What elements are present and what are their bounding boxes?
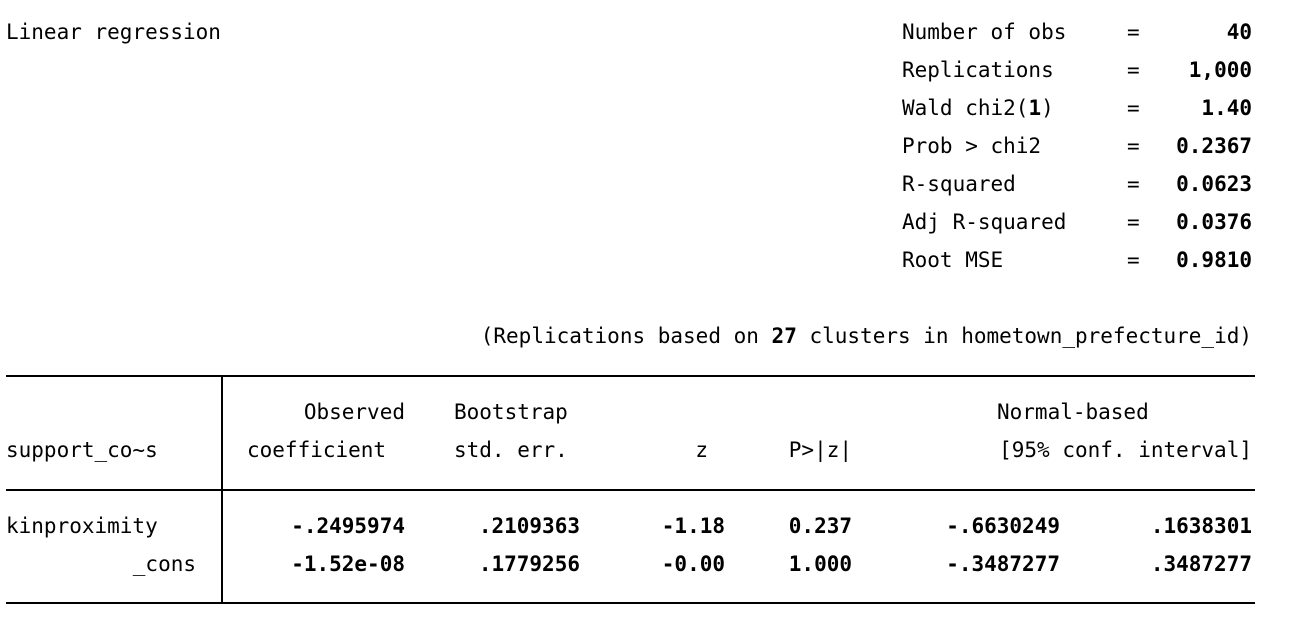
- row-ci-low: -.3487277: [946, 552, 1060, 576]
- note-post: clusters in hometown_prefecture_id): [796, 324, 1252, 348]
- stat-label: Root MSE: [902, 248, 1004, 272]
- stat-value: 0.9810: [1176, 248, 1252, 272]
- header-bootstrap: Bootstrap: [454, 400, 568, 424]
- stat-label: Replications: [902, 58, 1054, 82]
- row-coefficient: -1.52e-08: [291, 552, 405, 576]
- row-ci-high: .3487277: [1150, 552, 1252, 576]
- stat-value: 0.0623: [1176, 172, 1252, 196]
- header-p-value: P>|z|: [788, 438, 852, 462]
- header-observed: Observed: [303, 400, 405, 424]
- note-pre: (Replications based on: [480, 324, 772, 348]
- stat-value: 1,000: [1188, 58, 1252, 82]
- header-normal-based: Normal-based: [997, 400, 1149, 424]
- row-z: -0.00: [661, 552, 725, 576]
- row-z: -1.18: [661, 514, 725, 538]
- row-variable-name: _cons: [132, 552, 196, 576]
- header-coefficient: coefficient: [247, 438, 387, 462]
- page-title: Linear regression: [6, 20, 221, 44]
- replications-note: (Replications based on 27 clusters in ho…: [200, 317, 1252, 355]
- row-ci-low: -.6630249: [946, 514, 1060, 538]
- table-bottom-rule: [6, 602, 1255, 604]
- table-top-rule: [6, 375, 1255, 377]
- stat-label: Adj R-squared: [902, 210, 1067, 234]
- header-z: z: [695, 438, 708, 462]
- row-ci-high: .1638301: [1150, 514, 1252, 538]
- table-column-divider: [221, 376, 223, 603]
- stat-label: Wald chi2(1): [902, 89, 1054, 127]
- stat-label: R-squared: [902, 172, 1016, 196]
- stat-label-df: 1: [1028, 96, 1042, 120]
- row-variable-name: kinproximity: [6, 514, 158, 538]
- stat-value: 40: [1226, 20, 1252, 44]
- row-std-err: .1779256: [478, 552, 580, 576]
- row-p-value: 1.000: [788, 552, 852, 576]
- row-std-err: .2109363: [478, 514, 580, 538]
- stat-value: 0.0376: [1176, 210, 1252, 234]
- stat-value: 1.40: [1201, 96, 1252, 120]
- row-p-value: 0.237: [788, 514, 852, 538]
- stat-label: Number of obs: [902, 20, 1067, 44]
- stat-label: Prob > chi2: [902, 134, 1042, 158]
- header-std-err: std. err.: [454, 438, 568, 462]
- stat-label-close: ): [1041, 96, 1054, 120]
- table-header-rule: [6, 489, 1255, 491]
- header-depvar: support_co~s: [6, 438, 158, 462]
- stat-label-text: Wald chi2(: [902, 96, 1029, 120]
- row-coefficient: -.2495974: [291, 514, 405, 538]
- stat-value: 0.2367: [1176, 134, 1252, 158]
- note-cluster-count: 27: [771, 324, 797, 348]
- header-conf-interval: [95% conf. interval]: [999, 438, 1252, 462]
